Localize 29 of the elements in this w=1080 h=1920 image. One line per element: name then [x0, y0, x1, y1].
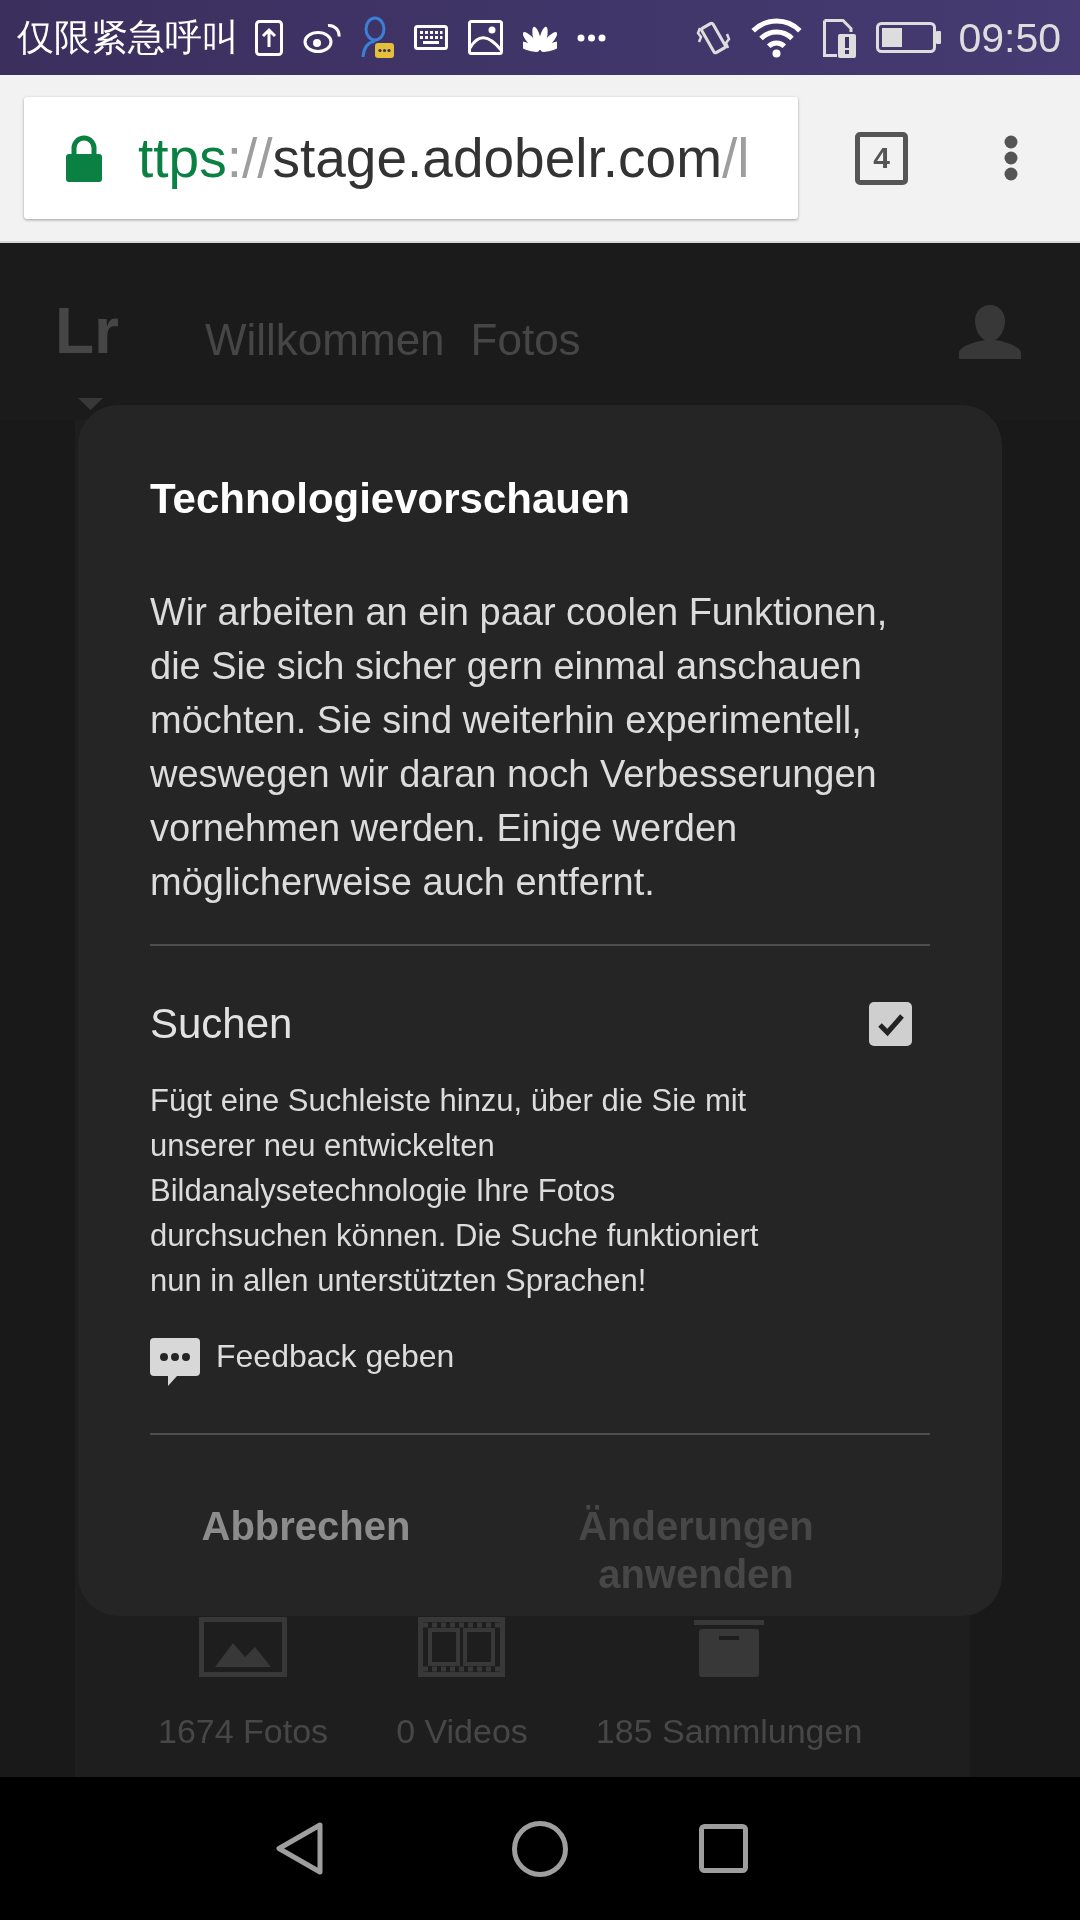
upload-icon	[255, 19, 283, 56]
address-bar[interactable]: ttps://stage.adobelr.com/l	[24, 97, 798, 219]
sim-card-icon	[822, 17, 857, 58]
film-icon	[418, 1617, 506, 1677]
status-text: 仅限紧急呼叫	[17, 15, 239, 60]
person-chat-icon	[361, 16, 394, 59]
tab-count-button[interactable]: 4	[855, 131, 908, 185]
feature-description: Fügt eine Suchleiste hinzu, über die Sie mit unserer neu entwickelten Bildanalysetechnologie Ihre Fotos durchsuchen können. Die Suche funktioniert nun in allen unterstützten Sprachen!	[150, 1082, 760, 1300]
photo-icon	[199, 1617, 288, 1677]
more-icon	[577, 33, 606, 42]
menu-icon[interactable]	[1004, 135, 1018, 181]
image-icon	[468, 20, 503, 55]
home-icon[interactable]	[512, 1820, 568, 1877]
wifi-icon	[751, 17, 803, 58]
keyboard-icon	[414, 25, 448, 50]
clock: 09:50	[958, 13, 1061, 62]
feature-name: Suchen	[150, 999, 293, 1049]
back-icon[interactable]	[275, 1821, 324, 1876]
checkbox[interactable]	[869, 1002, 912, 1046]
battery-icon	[876, 22, 942, 53]
cancel-button[interactable]: Abbrechen	[201, 1502, 411, 1550]
caret-icon	[78, 398, 103, 410]
dialog-message: Wir arbeiten an ein paar coolen Funktionen, die Sie sich sicher gern einmal anschauen möchten. Sie sind weiterhin experimentell, weswegen wir daran noch Verbesserungen vornehmen werden. Einige werden möglicherweise auch entfernt.	[150, 590, 889, 905]
box-icon	[694, 1620, 765, 1677]
dialog-title: Technologievorschauen	[150, 475, 631, 523]
recents-icon[interactable]	[699, 1824, 748, 1873]
url-text: ttps://stage.adobelr.com/l	[138, 126, 750, 190]
feedback-link[interactable]: Feedback geben	[150, 1333, 455, 1391]
eye-icon	[303, 22, 341, 53]
